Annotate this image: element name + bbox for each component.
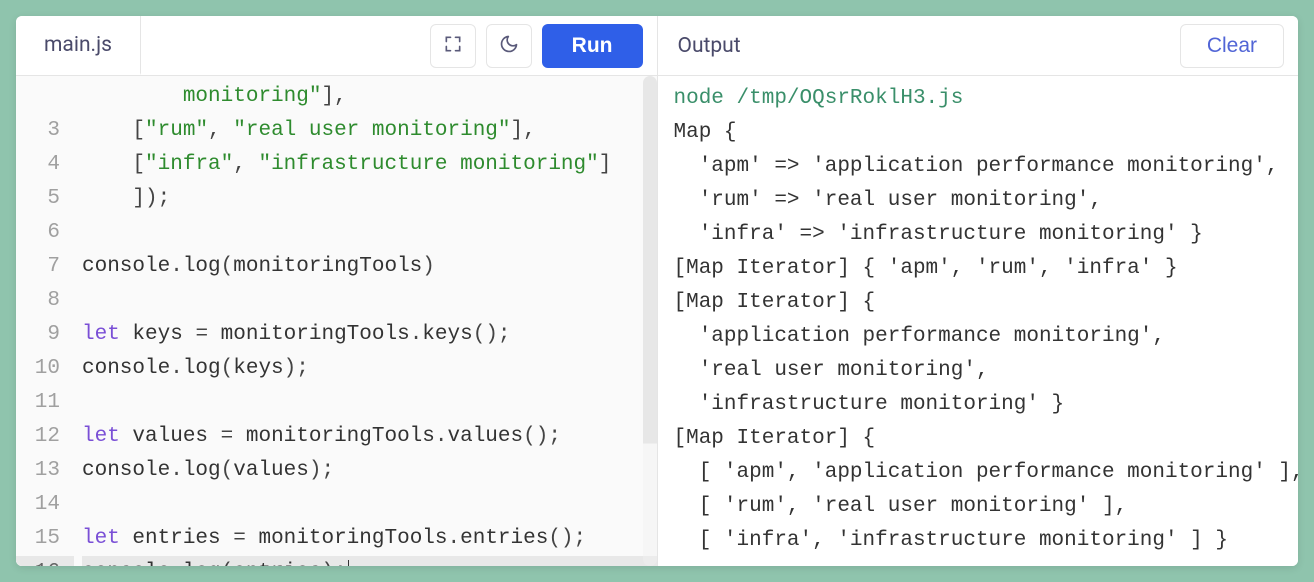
output-line: [Map Iterator] { [674,286,1283,320]
code-line[interactable]: let keys = monitoringTools.keys(); [82,318,657,352]
line-number: 16 [16,556,74,566]
scrollbar[interactable] [643,76,657,566]
line-number: 9 [16,318,74,352]
output-toolbar: Output Clear [658,16,1299,76]
editor-toolbar: main.js Run [16,16,657,76]
line-gutter: 345678910111213141516 [16,76,74,566]
output-line: 'infrastructure monitoring' } [674,388,1283,422]
line-number [16,80,74,114]
output-line: [ 'apm', 'application performance monito… [674,456,1283,490]
line-number: 6 [16,216,74,250]
line-number: 5 [16,182,74,216]
output-line: 'application performance monitoring', [674,320,1283,354]
code-line[interactable] [82,386,657,420]
line-number: 10 [16,352,74,386]
output-line: 'real user monitoring', [674,354,1283,388]
code-line[interactable]: ]); [82,182,657,216]
code-line[interactable]: console.log(values); [82,454,657,488]
ide-window: main.js Run [16,16,1298,566]
line-number: 15 [16,522,74,556]
clear-button-label: Clear [1207,34,1257,57]
code-line[interactable]: ["rum", "real user monitoring"], [82,114,657,148]
line-number: 4 [16,148,74,182]
run-button-label: Run [572,34,613,57]
output-pane: Output Clear node /tmp/OQsrRoklH3.jsMap … [658,16,1299,566]
code-line[interactable]: console.log(monitoringTools) [82,250,657,284]
output-command: node /tmp/OQsrRoklH3.js [674,82,1283,116]
output-content: node /tmp/OQsrRoklH3.jsMap { 'apm' => 'a… [658,76,1299,566]
output-line: [Map Iterator] { 'apm', 'rum', 'infra' } [674,252,1283,286]
code-line[interactable]: console.log(keys); [82,352,657,386]
code-line[interactable] [82,216,657,250]
output-line: [ 'rum', 'real user monitoring' ], [674,490,1283,524]
output-line: [ 'infra', 'infrastructure monitoring' ]… [674,524,1283,558]
code-line[interactable]: ["infra", "infrastructure monitoring"] [82,148,657,182]
output-line: [Map Iterator] { [674,422,1283,456]
fullscreen-button[interactable] [430,24,476,68]
line-number: 3 [16,114,74,148]
output-line: 'rum' => 'real user monitoring', [674,184,1283,218]
code-line[interactable] [82,488,657,522]
code-editor[interactable]: 345678910111213141516 monitoring"], ["ru… [16,76,657,566]
output-line: 'infra' => 'infrastructure monitoring' } [674,218,1283,252]
line-number: 8 [16,284,74,318]
line-number: 11 [16,386,74,420]
fullscreen-icon [443,34,463,57]
code-line[interactable]: let entries = monitoringTools.entries(); [82,522,657,556]
code-line[interactable]: console.log(entries); [82,556,657,566]
clear-button[interactable]: Clear [1180,24,1284,68]
line-number: 7 [16,250,74,284]
run-button[interactable]: Run [542,24,643,68]
moon-icon [499,34,519,57]
line-number: 14 [16,488,74,522]
code-line[interactable]: monitoring"], [82,80,657,114]
line-number: 12 [16,420,74,454]
file-tab[interactable]: main.js [16,16,141,75]
output-line: Map { [674,116,1283,150]
code-content[interactable]: monitoring"], ["rum", "real user monitor… [74,76,657,566]
output-title: Output [658,34,741,58]
code-line[interactable] [82,284,657,318]
editor-pane: main.js Run [16,16,658,566]
line-number: 13 [16,454,74,488]
file-tab-label: main.js [44,33,112,57]
theme-toggle-button[interactable] [486,24,532,68]
code-line[interactable]: let values = monitoringTools.values(); [82,420,657,454]
output-line: 'apm' => 'application performance monito… [674,150,1283,184]
